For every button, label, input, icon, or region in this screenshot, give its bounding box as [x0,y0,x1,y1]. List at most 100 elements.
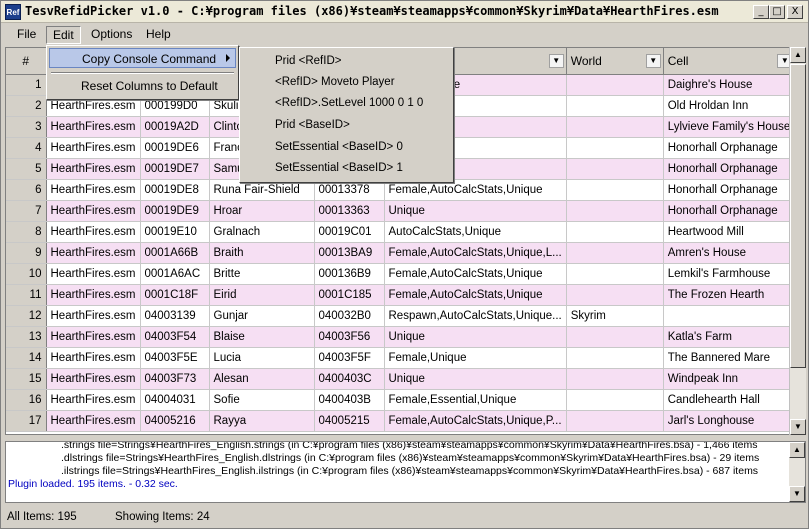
submenu-item-setlevel[interactable]: <RefID>.SetLevel 1000 0 1 0 [242,93,451,114]
cell-baseid: 00013363 [314,200,385,222]
edit-menu: Copy Console Command Reset Columns to De… [46,45,239,100]
scroll-up-icon[interactable]: ▲ [790,47,806,63]
column-header-num[interactable]: # [6,48,47,75]
cell-refid: 00019DE8 [140,179,210,201]
cell-world [566,263,664,285]
cell-name: Britte [209,263,315,285]
log-scrollbar[interactable]: ▲ ▼ [789,442,805,502]
scroll-up-icon[interactable]: ▲ [789,442,805,458]
cell-refid: 00019DE6 [140,137,210,159]
status-showing-items: Showing Items: 24 [115,511,210,523]
column-label-world: World [570,53,602,68]
table-row[interactable]: 10 HearthFires.esm 0001A6AC Britte 000136B9 F… [6,263,796,285]
table-row[interactable]: 14 HearthFires.esm 04003F5E Lucia 04003F5F Fe… [6,347,796,369]
cell-world [566,389,664,411]
cell-cell: Heartwood Mill [663,221,796,243]
cell-file: HearthFires.esm [46,347,141,369]
table-row[interactable]: 17 HearthFires.esm 04005216 Rayya 04005215 Fe… [6,410,796,432]
table-row[interactable]: 13 HearthFires.esm 04003F54 Blaise 04003F56 U… [6,326,796,348]
menu-item-reset-columns[interactable]: Reset Columns to Default [49,76,236,96]
cell-world [566,221,664,243]
row-number: 12 [6,305,47,327]
row-number: 17 [6,410,47,432]
submenu-item-moveto-player[interactable]: <RefID> Moveto Player [242,72,451,93]
cell-cell: Lemkil's Farmhouse [663,263,796,285]
cell-baseid: 0400403C [314,368,385,390]
table-row[interactable]: 12 HearthFires.esm 04003139 Gunjar 040032B0 R… [6,305,796,327]
cell-refid: 04005216 [140,410,210,432]
cell-refid: 04004031 [140,389,210,411]
menu-edit[interactable]: Edit [46,26,81,44]
maximize-icon[interactable]: □ [769,5,785,19]
table-row[interactable]: 8 HearthFires.esm 00019E10 Gralnach 00019C01… [6,221,796,243]
cell-world [566,158,664,180]
menu-item-label: Copy Console Command [82,52,217,66]
cell-name: Eirid [209,284,315,306]
cell-baseid: 040032B0 [314,305,385,327]
log-panel[interactable]: .strings file=Strings¥HearthFires_Englis… [5,441,806,503]
cell-file: HearthFires.esm [46,368,141,390]
filter-dropdown-icon[interactable]: ▼ [645,54,661,68]
log-line: .ilstrings file=Strings¥HearthFires_Engl… [61,465,759,477]
cell-file: HearthFires.esm [46,389,141,411]
cell-file: HearthFires.esm [46,221,141,243]
cell-name: Lucia [209,347,315,369]
log-status-line: Plugin loaded. 195 items. - 0.32 sec. [8,478,178,490]
minimize-icon[interactable]: _ [753,5,769,19]
cell-cell: Candlehearth Hall [663,389,796,411]
menu-file[interactable]: File [11,26,42,44]
status-bar: All Items: 195 Showing Items: 24 [1,508,808,528]
cell-cell: Amren's House [663,242,796,264]
cell-name: Hroar [209,200,315,222]
submenu-item-prid-refid[interactable]: Prid <RefID> [242,51,451,72]
cell-name: Sofie [209,389,315,411]
cell-cell: Honorhall Orphanage [663,137,796,159]
cell-world [566,284,664,306]
cell-name: Braith [209,242,315,264]
cell-name: Alesan [209,368,315,390]
cell-cell: The Frozen Hearth [663,284,796,306]
scroll-down-icon[interactable]: ▼ [790,419,806,435]
close-icon[interactable]: X [787,5,803,19]
table-row[interactable]: 15 HearthFires.esm 04003F73 Alesan 0400403C U… [6,368,796,390]
cell-file: HearthFires.esm [46,116,141,138]
title-bar[interactable]: Ref TesvRefidPicker v1.0 - C:¥program fi… [1,1,808,23]
cell-flags: Female,Unique [384,347,567,369]
cell-flags: Unique [384,200,567,222]
cell-world [566,137,664,159]
cell-file: HearthFires.esm [46,263,141,285]
table-scrollbar[interactable]: ▲ ▼ [789,47,806,435]
table-row[interactable]: 11 HearthFires.esm 0001C18F Eirid 0001C185 Fe… [6,284,796,306]
row-number: 7 [6,200,47,222]
menu-options[interactable]: Options [85,26,138,44]
row-number: 11 [6,284,47,306]
scroll-thumb[interactable] [790,64,806,368]
table-row[interactable]: 9 HearthFires.esm 0001A66B Braith 00013BA9 Fe… [6,242,796,264]
row-number: 15 [6,368,47,390]
cell-file: HearthFires.esm [46,305,141,327]
submenu-item-prid-baseid[interactable]: Prid <BaseID> [242,115,451,136]
filter-dropdown-icon[interactable]: ▼ [548,54,564,68]
menu-help[interactable]: Help [140,26,177,44]
cell-cell: The Bannered Mare [663,347,796,369]
table-row[interactable]: 16 HearthFires.esm 04004031 Sofie 0400403B Fe… [6,389,796,411]
cell-flags: Female,AutoCalcStats,Unique [384,284,567,306]
cell-cell: Honorhall Orphanage [663,200,796,222]
menu-item-copy-console-command[interactable]: Copy Console Command [49,48,236,68]
cell-world: Skyrim [566,305,664,327]
submenu-item-setessential-0[interactable]: SetEssential <BaseID> 0 [242,137,451,158]
column-header-world[interactable]: World ▼ [566,48,664,75]
app-window: Ref TesvRefidPicker v1.0 - C:¥program fi… [0,0,809,529]
cell-flags: Unique [384,326,567,348]
row-number: 8 [6,221,47,243]
submenu-item-setessential-1[interactable]: SetEssential <BaseID> 1 [242,158,451,179]
cell-flags: Female,AutoCalcStats,Unique [384,263,567,285]
cell-cell: Lylvieve Family's House [663,116,796,138]
cell-file: HearthFires.esm [46,242,141,264]
cell-flags: Female,Essential,Unique [384,389,567,411]
scroll-down-icon[interactable]: ▼ [789,486,805,502]
row-number: 5 [6,158,47,180]
table-row[interactable]: 7 HearthFires.esm 00019DE9 Hroar 00013363 Uni… [6,200,796,222]
cell-refid: 04003F73 [140,368,210,390]
column-header-cell[interactable]: Cell ▼ [663,48,796,75]
